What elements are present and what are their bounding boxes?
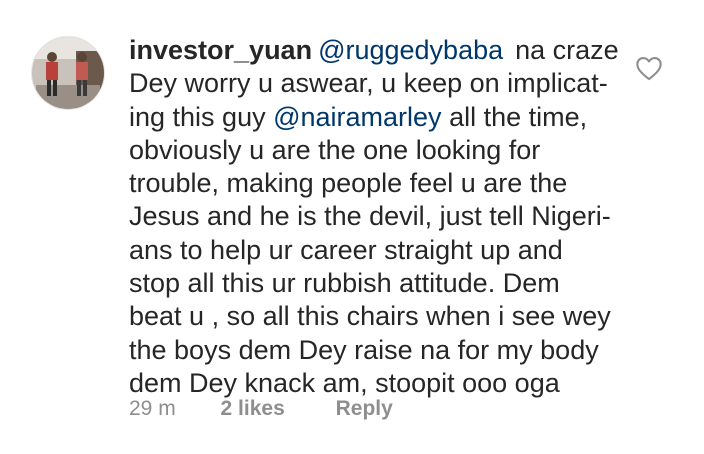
mention-link[interactable]: @ruggedybaba: [318, 35, 503, 65]
profile-photo: [32, 37, 104, 109]
comment-line: obviously u are the one looking for: [129, 134, 541, 165]
comment-line: ing this guy @nairamarley all the time,: [129, 101, 644, 134]
comment-text: ing this guy: [129, 101, 274, 132]
comment-line: the boys dem Dey raise na for my body: [129, 334, 599, 365]
comment-line: stop all this ur rubbish attitude. Dem: [129, 268, 560, 299]
heart-outline-icon: [636, 57, 662, 81]
comment-text: na craze: [515, 35, 619, 65]
comment-item: investor_yuan @ruggedybaba na craze Dey wo…: [0, 0, 704, 454]
comment-line: investor_yuan @ruggedybaba na craze: [129, 34, 644, 67]
comment-meta: 29 m 2 likes Reply: [129, 397, 393, 421]
comment-username[interactable]: investor_yuan: [129, 35, 312, 65]
comment-body: investor_yuan @ruggedybaba na craze Dey wo…: [129, 34, 644, 400]
likes-count[interactable]: 2 likes: [221, 397, 285, 421]
comment-line: ans to help ur career straight up and: [129, 234, 563, 265]
comment-line: Jesus and he is the devil, just tell Nig…: [129, 201, 611, 232]
comment-line: Dey worry u aswear, u keep on implicat-: [129, 68, 608, 99]
comment-line: trouble, making people feel u are the: [129, 168, 568, 199]
comment-line: beat u , so all this chairs when i see w…: [129, 301, 611, 332]
avatar[interactable]: [31, 36, 105, 110]
mention-link[interactable]: @nairamarley: [273, 102, 441, 132]
comment-timestamp: 29 m: [129, 397, 176, 420]
comment-line: dem Dey knack am, stoopit ooo oga: [129, 367, 560, 398]
comment-text: all the time,: [441, 101, 588, 132]
like-button[interactable]: [635, 55, 663, 81]
reply-button[interactable]: Reply: [336, 397, 393, 421]
